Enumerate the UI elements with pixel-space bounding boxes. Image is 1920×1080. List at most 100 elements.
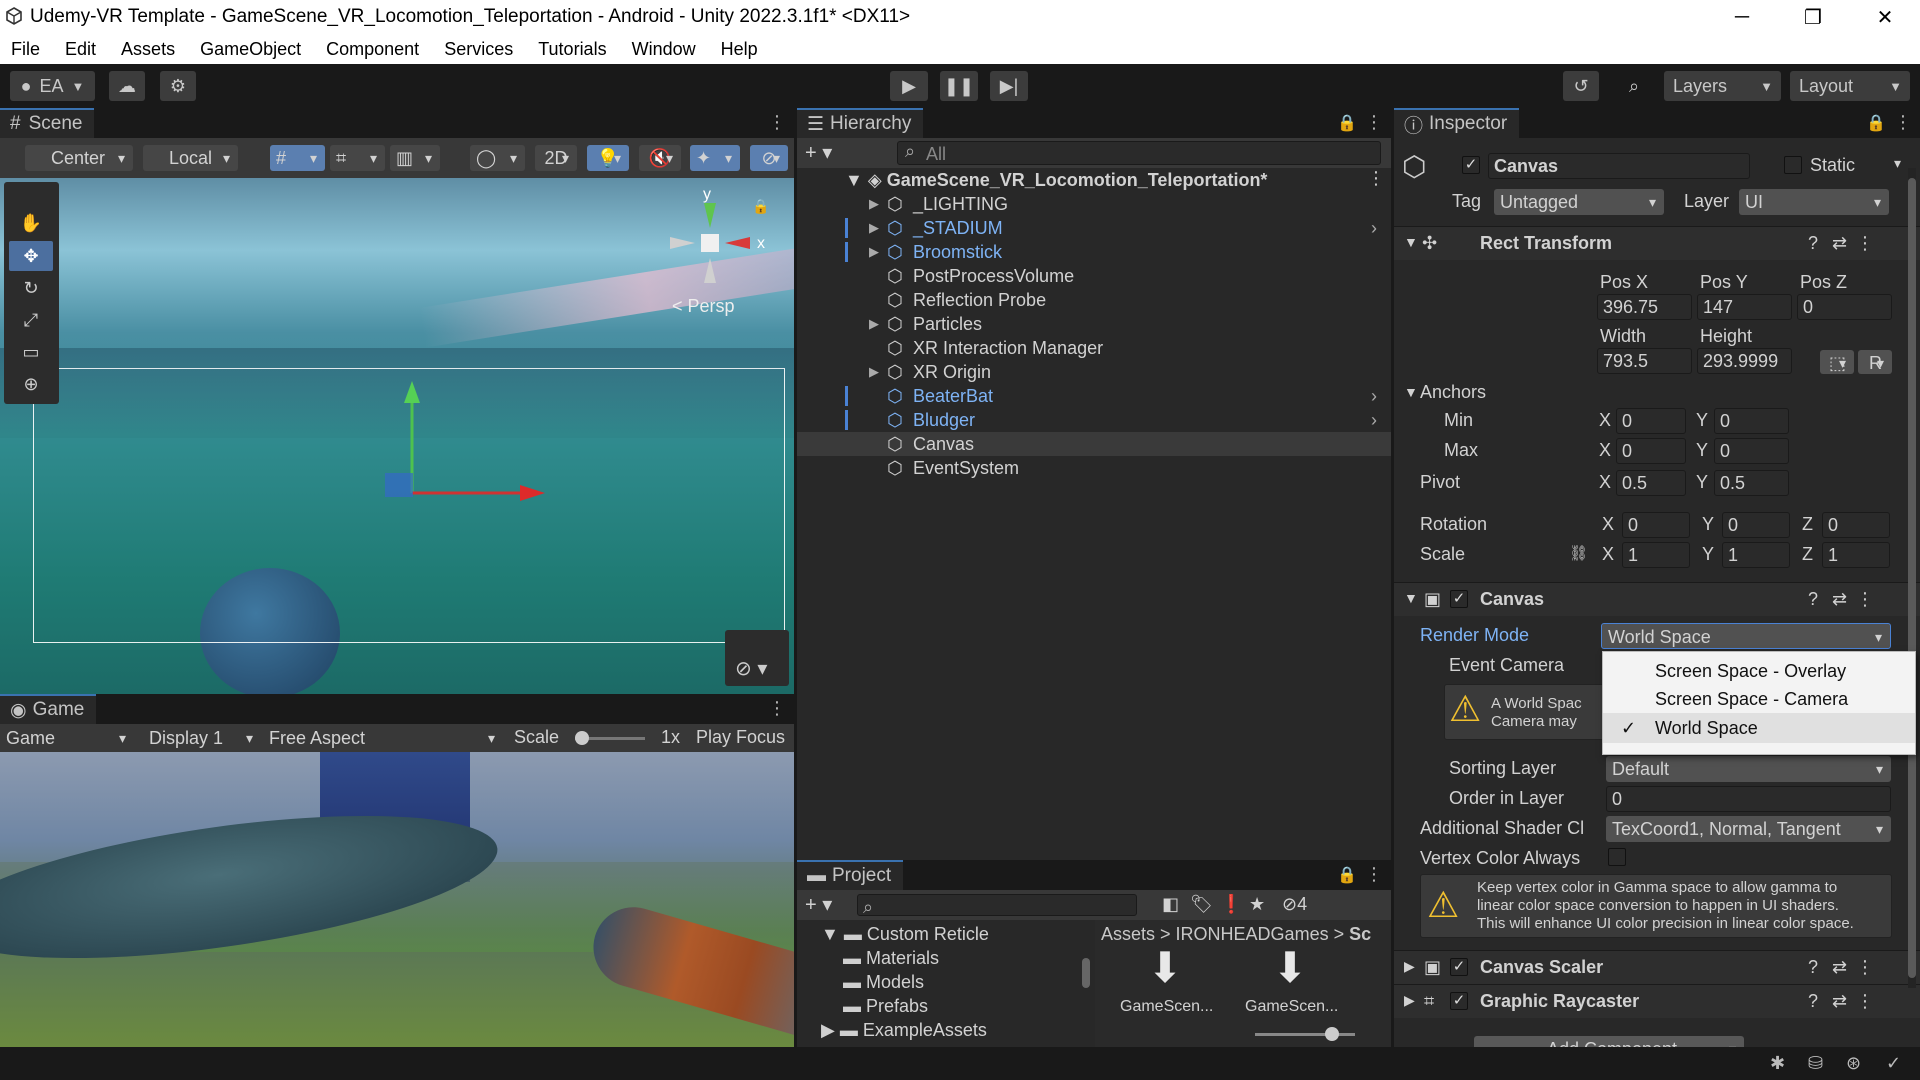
game-menu-icon[interactable]: ⋮ [768, 698, 786, 718]
tab-inspector[interactable]: ⓘ Inspector [1394, 108, 1520, 138]
rotation-z-field[interactable]: 0 [1822, 512, 1890, 538]
static-checkbox[interactable] [1784, 156, 1802, 174]
audio-toggle[interactable]: 🔇 [639, 145, 681, 171]
grid-snap-button[interactable]: # [270, 145, 325, 171]
rotate-tool-icon[interactable]: ↻ [9, 273, 53, 303]
pivot-y-field[interactable]: 0.5 [1714, 470, 1789, 496]
play-button[interactable]: ▶ [890, 71, 928, 101]
graphic-raycaster-header[interactable]: ▶ ⌗ ✓ Graphic Raycaster ? ⇄ ⋮ [1394, 984, 1920, 1018]
maximize-button[interactable]: ❐ [1778, 0, 1848, 34]
toggle-2d-button[interactable]: 2D [535, 145, 577, 171]
move-gizmo[interactable] [360, 373, 560, 513]
option-screen-space-overlay[interactable]: Screen Space - Overlay [1603, 657, 1915, 685]
order-in-layer-field[interactable]: 0 [1606, 786, 1891, 812]
scene-viewport[interactable]: y x < Persp 🔒 ✋ ✥ ↻ ⤢ ▭ ⊕ ⊘ ▾ [0, 178, 794, 694]
asset-label[interactable]: GameScen... [1120, 998, 1213, 1016]
project-add-button[interactable]: + ▾ [805, 892, 832, 917]
asset-label[interactable]: GameScen... [1245, 998, 1338, 1016]
tab-game[interactable]: ◉ Game [0, 694, 97, 724]
canvas-scaler-header[interactable]: ▶ ▣ ✓ Canvas Scaler ? ⇄ ⋮ [1394, 950, 1920, 984]
prefab-open-icon[interactable]: › [1371, 216, 1377, 240]
create-add-button[interactable]: + ▾ [805, 140, 832, 165]
expand-arrow-icon[interactable]: ▶ [869, 360, 879, 384]
icon-size-slider-thumb[interactable] [1325, 1027, 1339, 1041]
search-button[interactable]: ⌕ [1616, 71, 1652, 101]
blueprint-mode-button[interactable]: ⬚ [1820, 350, 1854, 374]
preset-icon[interactable]: ⇄ [1832, 233, 1847, 254]
hierarchy-item[interactable]: ▶ ⬡ Particles [797, 312, 1391, 336]
lock-icon[interactable]: 🔒 [1866, 113, 1886, 133]
project-folder-item[interactable]: ▬ Prefabs [797, 994, 1087, 1018]
cloud-button[interactable]: ☁ [109, 71, 145, 101]
help-icon[interactable]: ? [1808, 233, 1818, 254]
hierarchy-item[interactable]: ▶ ⬡ _LIGHTING [797, 192, 1391, 216]
expand-arrow-icon[interactable]: ▶ [869, 240, 879, 264]
inspector-menu-icon[interactable]: ⋮ [1894, 112, 1912, 132]
display-dropdown[interactable]: Display 1 [143, 725, 261, 751]
filter-label-icon[interactable]: 🏷 [1190, 894, 1213, 915]
hierarchy-item[interactable]: ⬡ Bludger › [797, 408, 1391, 432]
scale-z-field[interactable]: 1 [1822, 542, 1890, 568]
step-button[interactable]: ▶| [990, 71, 1028, 101]
vertex-color-checkbox[interactable] [1608, 848, 1626, 866]
anchor-max-y-field[interactable]: 0 [1714, 438, 1789, 464]
project-folder-item[interactable]: ▼ ▬ Custom Reticle [797, 922, 1087, 946]
menu-gameobject[interactable]: GameObject [200, 39, 301, 60]
hierarchy-item[interactable]: ⬡ Reflection Probe [797, 288, 1391, 312]
prefab-open-icon[interactable]: › [1371, 384, 1377, 408]
lock-icon[interactable]: 🔒 [1337, 865, 1357, 885]
game-viewport[interactable] [0, 752, 794, 1047]
scene-row-menu-icon[interactable]: ⋮ [1367, 168, 1385, 189]
effects-dropdown[interactable]: ✦ [690, 145, 740, 171]
tree-scrollbar[interactable] [1082, 926, 1092, 1041]
space-dropdown[interactable]: Local [143, 145, 238, 171]
progress-check-icon[interactable]: ✓ [1886, 1053, 1901, 1074]
component-menu-icon[interactable]: ⋮ [1856, 589, 1874, 610]
graphic-raycaster-checkbox[interactable]: ✓ [1450, 992, 1468, 1010]
project-folder-item[interactable]: ▬ Models [797, 970, 1087, 994]
scene-root-row[interactable]: ▼ ◈ GameScene_VR_Locomotion_Teleportatio… [797, 168, 1391, 192]
lighting-toggle[interactable]: 💡 [587, 145, 629, 171]
rotation-x-field[interactable]: 0 [1622, 512, 1690, 538]
expand-arrow-icon[interactable]: ▶ [869, 312, 879, 336]
menu-file[interactable]: File [11, 39, 40, 60]
tab-scene[interactable]: # Scene [0, 108, 95, 138]
network-icon[interactable]: ⊛ [1846, 1053, 1861, 1074]
rect-transform-header[interactable]: ▼ ✣ Rect Transform ? ⇄ ⋮ [1394, 226, 1920, 260]
hand-tool-icon[interactable]: ✋ [9, 208, 53, 238]
hierarchy-item[interactable]: ⬡ XR Interaction Manager [797, 336, 1391, 360]
anchor-min-x-field[interactable]: 0 [1616, 408, 1686, 434]
shader-channels-dropdown[interactable]: TexCoord1, Normal, Tangent [1606, 816, 1891, 842]
option-screen-space-camera[interactable]: Screen Space - Camera [1603, 685, 1915, 713]
transform-tool-icon[interactable]: ⊕ [9, 369, 53, 399]
raw-edit-button[interactable]: R [1858, 350, 1892, 374]
sorting-layer-dropdown[interactable]: Default [1606, 756, 1891, 782]
object-name-field[interactable]: Canvas [1488, 153, 1750, 179]
menu-window[interactable]: Window [632, 39, 696, 60]
menu-assets[interactable]: Assets [121, 39, 175, 60]
filter-type-icon[interactable]: ◧ [1162, 894, 1179, 915]
collab-button[interactable]: ⚙ [160, 71, 196, 101]
snap-increment-button[interactable]: ⌗ [330, 145, 385, 171]
hidden-objects-toggle[interactable]: ⊘ [750, 145, 788, 171]
scale-tool-icon[interactable]: ⤢ [9, 305, 53, 335]
expand-arrow-icon[interactable]: ▶ [869, 192, 879, 216]
tab-hierarchy[interactable]: ☰ Hierarchy [797, 108, 924, 138]
option-world-space[interactable]: ✓ World Space [1603, 713, 1915, 743]
icon-size-slider[interactable] [1255, 1033, 1355, 1036]
menu-tutorials[interactable]: Tutorials [538, 39, 606, 60]
hierarchy-item[interactable]: ⬡ Canvas [797, 432, 1391, 456]
project-menu-icon[interactable]: ⋮ [1365, 864, 1383, 884]
pivot-x-field[interactable]: 0.5 [1616, 470, 1686, 496]
camera-overlay[interactable]: ⊘ ▾ [725, 630, 789, 686]
game-view-dropdown[interactable]: Game [0, 725, 134, 751]
project-folder-item[interactable]: ▬ Materials [797, 946, 1087, 970]
anchor-min-y-field[interactable]: 0 [1714, 408, 1789, 434]
expand-arrow-icon[interactable]: ▶ [869, 216, 879, 240]
scene-asset-icon[interactable]: ⬇ [1125, 947, 1205, 990]
layout-dropdown[interactable]: Layout ▼ [1790, 71, 1910, 101]
component-menu-icon[interactable]: ⋮ [1856, 957, 1874, 978]
menu-edit[interactable]: Edit [65, 39, 96, 60]
layers-dropdown[interactable]: Layers ▼ [1664, 71, 1781, 101]
layer-dropdown[interactable]: UI [1739, 189, 1889, 215]
